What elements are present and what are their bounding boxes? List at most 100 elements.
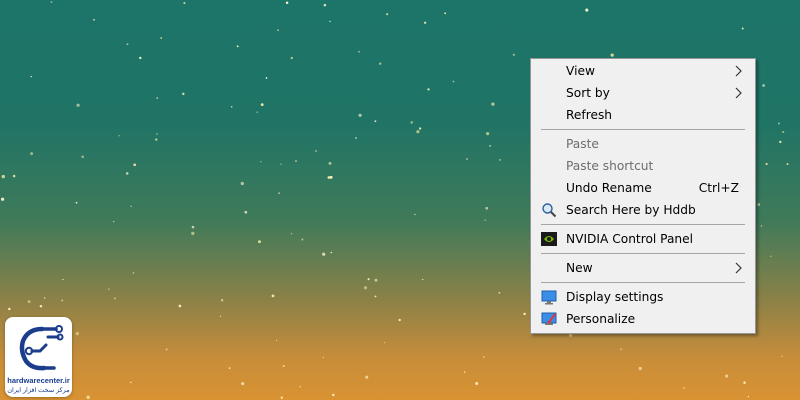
star: [139, 56, 142, 60]
star: [299, 385, 302, 388]
menu-item-label: New: [566, 261, 593, 275]
star: [363, 286, 368, 290]
star: [386, 13, 389, 16]
star: [112, 220, 115, 223]
star: [275, 339, 278, 342]
star: [43, 297, 46, 299]
star: [30, 75, 32, 78]
display-icon: [541, 290, 557, 305]
star: [125, 172, 129, 175]
star: [61, 299, 64, 302]
star: [367, 278, 370, 281]
star: [191, 225, 195, 229]
menu-item-refresh[interactable]: Refresh: [533, 104, 753, 126]
star: [156, 97, 159, 100]
menu-item-new[interactable]: New: [533, 257, 753, 279]
star: [765, 162, 768, 166]
search-icon: [542, 203, 557, 218]
star: [398, 318, 401, 322]
menu-item-personalize[interactable]: Personalize: [533, 308, 753, 330]
menu-item-label: Search Here by Hddb: [566, 203, 696, 217]
star: [747, 396, 750, 398]
star: [365, 375, 369, 379]
star: [329, 175, 333, 179]
star: [183, 2, 186, 5]
star: [75, 331, 79, 336]
star: [126, 43, 129, 46]
star: [236, 45, 239, 48]
menu-item-nvidia-control-panel[interactable]: NVIDIA Control Panel: [533, 228, 753, 250]
star: [282, 364, 285, 368]
star: [271, 294, 275, 298]
star: [130, 381, 132, 384]
star: [30, 152, 34, 156]
star: [777, 122, 780, 125]
star: [277, 29, 279, 32]
menu-item-label: Paste: [566, 137, 599, 151]
star: [1, 197, 5, 201]
star: [290, 56, 293, 60]
menu-separator: [541, 282, 745, 283]
menu-item-search-here[interactable]: Search Here by Hddb: [533, 199, 753, 221]
star: [191, 231, 195, 236]
star: [475, 382, 479, 385]
star: [155, 138, 158, 141]
star: [260, 103, 264, 106]
star: [76, 103, 80, 107]
star: [132, 272, 135, 274]
star: [779, 140, 782, 144]
star: [108, 288, 110, 290]
star: [452, 80, 455, 83]
star: [322, 252, 326, 256]
star: [414, 213, 416, 216]
star: [330, 251, 333, 254]
star: [27, 300, 31, 303]
star: [133, 163, 137, 167]
menu-item-view[interactable]: View: [533, 60, 753, 82]
star: [683, 387, 685, 389]
menu-item-undo-rename[interactable]: Undo Rename Ctrl+Z: [533, 177, 753, 199]
hardwarecenter-logo: hardwarecenter.ir مرکز سخت افزار ایران: [5, 317, 72, 397]
star: [463, 371, 466, 373]
star: [422, 278, 424, 281]
star: [156, 133, 158, 135]
star: [62, 278, 64, 281]
menu-item-display-settings[interactable]: Display settings: [533, 286, 753, 308]
star: [485, 206, 489, 210]
star: [374, 120, 377, 123]
star: [228, 367, 231, 369]
star: [358, 113, 362, 117]
star: [498, 291, 501, 294]
menu-item-label: View: [566, 64, 595, 78]
star: [240, 181, 244, 186]
menu-item-label: Paste shortcut: [566, 159, 654, 173]
star: [219, 315, 222, 317]
star: [466, 158, 468, 160]
star: [75, 201, 78, 204]
star: [285, 1, 289, 5]
star: [482, 356, 485, 358]
star: [93, 18, 95, 21]
star: [620, 348, 622, 350]
chevron-right-icon: [735, 87, 742, 99]
star: [182, 92, 185, 96]
logo-brand-text: hardwarecenter.ir: [7, 376, 70, 385]
star: [741, 27, 744, 30]
star: [760, 225, 763, 227]
star: [770, 255, 772, 257]
circuit-logo-icon: [19, 325, 64, 371]
star: [39, 305, 43, 308]
star: [260, 161, 262, 163]
star: [86, 395, 90, 399]
star: [1, 174, 5, 179]
star: [301, 238, 304, 241]
star: [256, 111, 258, 113]
star: [489, 144, 492, 147]
star: [491, 102, 495, 106]
star: [241, 382, 245, 386]
star: [374, 295, 377, 298]
star: [423, 21, 427, 25]
menu-item-sort-by[interactable]: Sort by: [533, 82, 753, 104]
star: [290, 233, 293, 235]
star: [315, 150, 317, 152]
